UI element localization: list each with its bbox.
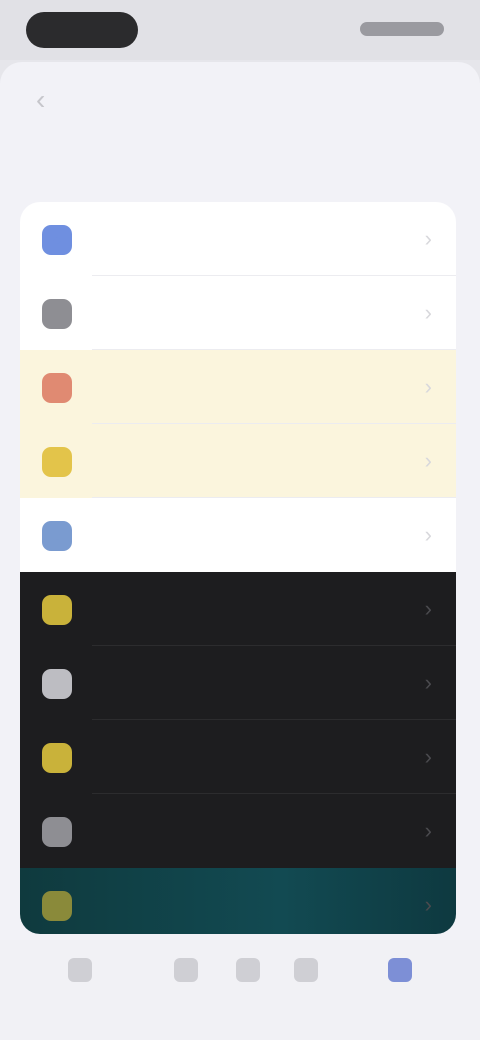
tab-search[interactable] [226, 958, 270, 1014]
tab-home[interactable] [58, 958, 102, 1014]
chevron-right-icon: › [424, 818, 432, 843]
list-item[interactable]: ● › [20, 202, 456, 276]
grid-icon [174, 958, 198, 982]
search-icon [236, 958, 260, 982]
tab-grid[interactable] [164, 958, 208, 1014]
chevron-right-icon: › [424, 670, 432, 695]
list-item[interactable]: ● › [20, 720, 456, 794]
dynamic-island [26, 12, 138, 48]
list-item[interactable]: ● › [20, 350, 456, 424]
list-item[interactable]: ● › [20, 572, 456, 646]
bolt-icon: ● [42, 743, 72, 773]
status-bar [0, 0, 480, 60]
list-item[interactable]: ● › [20, 276, 456, 350]
chevron-right-icon: › [424, 448, 432, 473]
list-item[interactable]: ● › [20, 498, 456, 572]
chevron-right-icon: › [424, 226, 432, 251]
list-item[interactable]: ● › [20, 424, 456, 498]
page-title [140, 92, 340, 116]
back-chevron-icon[interactable]: ‹ [36, 86, 60, 114]
chevron-right-icon: › [424, 374, 432, 399]
star-icon: ● [42, 447, 72, 477]
lock-icon: ● [42, 817, 72, 847]
moon-icon: ● [42, 669, 72, 699]
heart-icon [294, 958, 318, 982]
settings-list: ● › ● › ● › ● › ● › ● › ● › ● › ● › ● › [20, 202, 456, 934]
tab-favorites[interactable] [284, 958, 328, 1014]
status-indicators [360, 22, 444, 36]
home-icon [68, 958, 92, 982]
sun-icon: ● [42, 595, 72, 625]
chevron-right-icon: › [424, 300, 432, 325]
gear-icon: ● [42, 299, 72, 329]
list-item[interactable]: ● › [20, 794, 456, 868]
settings-icon [388, 958, 412, 982]
chevron-right-icon: › [424, 596, 432, 621]
chevron-right-icon: › [424, 744, 432, 769]
chevron-right-icon: › [424, 522, 432, 547]
info-icon: ● [42, 521, 72, 551]
tab-settings[interactable] [378, 958, 422, 1014]
tab-bar [0, 940, 480, 1040]
bell-icon: ● [42, 373, 72, 403]
list-item[interactable]: ● › [20, 868, 456, 934]
leaf-icon: ● [42, 891, 72, 921]
globe-icon: ● [42, 225, 72, 255]
list-item[interactable]: ● › [20, 646, 456, 720]
chevron-right-icon: › [424, 892, 432, 917]
